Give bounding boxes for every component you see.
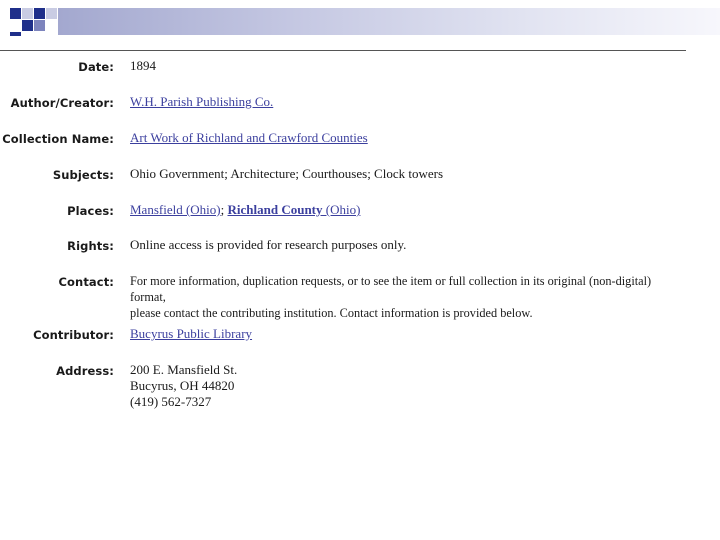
field-label: Author/Creator: bbox=[10, 96, 114, 110]
banner-square bbox=[10, 32, 21, 36]
field-label: Contributor: bbox=[33, 328, 114, 342]
place-link-mansfield[interactable]: Mansfield (Ohio) bbox=[130, 202, 221, 217]
place-link-bold-part: Richland County bbox=[227, 202, 323, 217]
date-value: 1894 bbox=[130, 58, 156, 73]
contact-line: For more information, duplication reques… bbox=[130, 274, 652, 304]
banner-square bbox=[34, 8, 45, 19]
address-value: 200 E. Mansfield St. Bucyrus, OH 44820 (… bbox=[130, 362, 675, 410]
address-line: (419) 562-7327 bbox=[130, 394, 212, 409]
banner-square bbox=[22, 20, 33, 31]
address-line: Bucyrus, OH 44820 bbox=[130, 378, 235, 393]
rights-value: Online access is provided for research p… bbox=[130, 237, 407, 252]
field-label: Address: bbox=[56, 364, 114, 378]
field-label: Places: bbox=[67, 204, 114, 218]
collection-link[interactable]: Art Work of Richland and Crawford Counti… bbox=[130, 130, 368, 145]
author-value: W.H. Parish Publishing Co. bbox=[130, 94, 675, 110]
contact-value: For more information, duplication reques… bbox=[130, 273, 675, 321]
field-label: Date: bbox=[78, 60, 114, 74]
banner-square bbox=[10, 8, 21, 19]
subjects-value: Ohio Government; Architecture; Courthous… bbox=[130, 166, 444, 181]
field-label: Subjects: bbox=[52, 168, 114, 182]
collection-value: Art Work of Richland and Crawford Counti… bbox=[130, 130, 675, 146]
banner-gradient-stripe bbox=[58, 8, 720, 35]
contact-line: please contact the contributing institut… bbox=[130, 306, 533, 320]
header-divider bbox=[0, 50, 686, 51]
place-link-rest: (Ohio) bbox=[322, 202, 361, 217]
place-link-richland-county[interactable]: Richland County (Ohio) bbox=[228, 202, 361, 217]
decorative-banner bbox=[0, 0, 720, 36]
contributor-link[interactable]: Bucyrus Public Library bbox=[130, 326, 252, 341]
places-value: Mansfield (Ohio); Richland County (Ohio) bbox=[130, 202, 675, 218]
field-label: Rights: bbox=[67, 239, 114, 253]
author-link[interactable]: W.H. Parish Publishing Co. bbox=[130, 94, 273, 109]
contributor-value: Bucyrus Public Library bbox=[130, 326, 675, 342]
places-separator: ; bbox=[220, 202, 228, 217]
banner-square bbox=[22, 8, 33, 19]
field-label: Contact: bbox=[58, 275, 114, 289]
banner-square bbox=[46, 8, 57, 19]
banner-square bbox=[34, 20, 45, 31]
address-line: 200 E. Mansfield St. bbox=[130, 362, 238, 377]
field-label: Collection Name: bbox=[2, 132, 114, 146]
